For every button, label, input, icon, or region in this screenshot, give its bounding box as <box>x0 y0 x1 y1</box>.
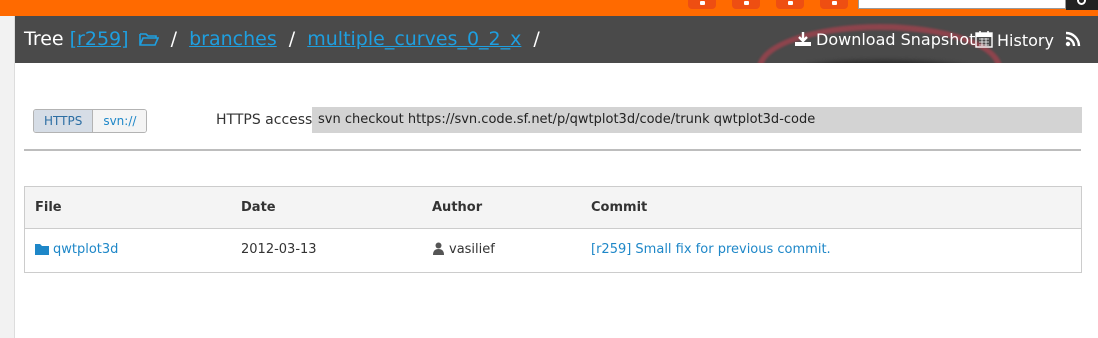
author-cell: vasilief <box>432 229 495 271</box>
column-header-commit: Commit <box>591 200 648 215</box>
breadcrumb: Tree [r259] / branches / multiple_curves… <box>24 28 546 50</box>
calendar-icon <box>975 31 993 48</box>
divider <box>24 149 1081 151</box>
table-row: qwtplot3d 2012-03-13 vasilief [r259] Sma… <box>25 229 1081 272</box>
column-header-date: Date <box>241 200 276 215</box>
tab-https[interactable]: HTTPS <box>34 110 94 132</box>
tree-label: Tree <box>24 28 64 50</box>
rss-icon[interactable] <box>1065 31 1081 47</box>
revision-link[interactable]: [r259] <box>70 28 129 50</box>
tab-svn[interactable]: svn:// <box>93 110 147 132</box>
download-icon <box>795 32 811 46</box>
social-icon-4[interactable] <box>820 0 848 9</box>
access-label: HTTPS access <box>216 112 313 128</box>
social-icon-3[interactable] <box>776 0 804 9</box>
social-icon-2[interactable] <box>732 0 760 9</box>
table-header: File Date Author Commit <box>25 187 1081 229</box>
social-icon-1[interactable] <box>688 0 716 9</box>
history-label: History <box>997 31 1054 50</box>
search-input[interactable] <box>858 0 1066 9</box>
history-button[interactable]: History <box>975 30 1054 50</box>
left-gutter <box>0 16 15 338</box>
user-icon <box>433 242 444 255</box>
download-snapshot-label: Download Snapshot <box>816 30 976 49</box>
branches-link[interactable]: branches <box>189 28 277 50</box>
author-name: vasilief <box>449 242 495 257</box>
folder-icon <box>35 244 49 255</box>
current-branch-link[interactable]: multiple_curves_0_2_x <box>307 28 521 50</box>
site-top-bar <box>0 0 1098 16</box>
checkout-command-field[interactable]: svn checkout https://svn.code.sf.net/p/q… <box>312 107 1082 133</box>
date-cell: 2012-03-13 <box>241 242 317 257</box>
folder-open-icon[interactable] <box>138 32 159 46</box>
commit-link[interactable]: [r259] Small fix for previous commit. <box>591 229 831 271</box>
tree-header: Tree [r259] / branches / multiple_curves… <box>15 16 1098 112</box>
file-table: File Date Author Commit qwtplot3d 2012-0… <box>24 186 1082 273</box>
breadcrumb-separator: / <box>170 28 178 50</box>
protocol-selector: HTTPS svn:// <box>33 109 148 133</box>
breadcrumb-separator: / <box>288 28 296 50</box>
file-link[interactable]: qwtplot3d <box>53 242 118 257</box>
file-cell[interactable]: qwtplot3d <box>35 229 118 271</box>
column-header-file: File <box>35 200 62 215</box>
download-snapshot-button[interactable]: Download Snapshot <box>794 30 975 49</box>
breadcrumb-separator: / <box>533 28 540 50</box>
search-icon <box>1077 0 1086 5</box>
column-header-author: Author <box>432 200 483 215</box>
search-button[interactable] <box>1066 0 1098 10</box>
main-content: HTTPS svn:// HTTPS access svn checkout h… <box>15 63 1098 338</box>
